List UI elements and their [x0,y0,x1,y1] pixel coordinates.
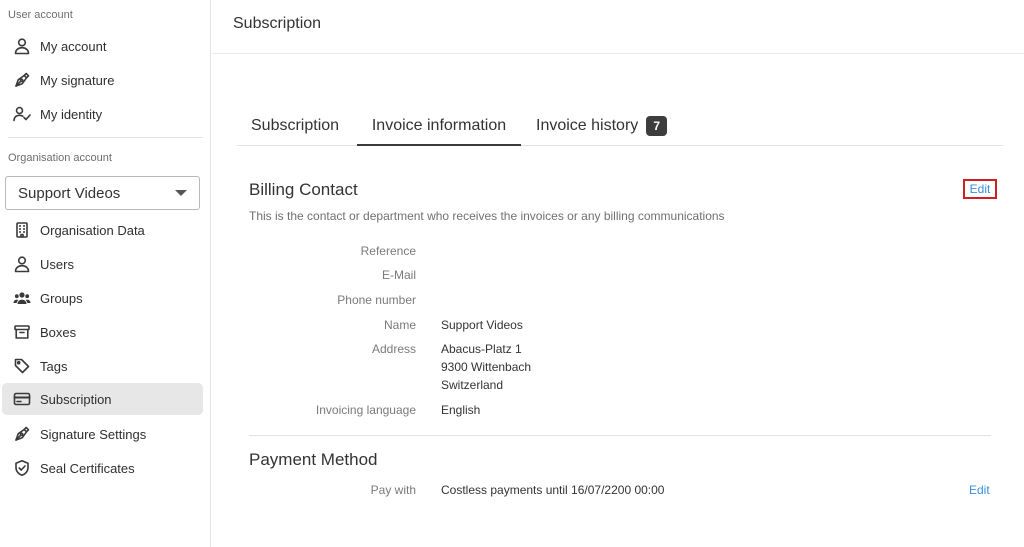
tab-invoice-history[interactable]: Invoice history 7 [536,106,668,146]
phone-number-label: Phone number [337,293,416,307]
user-icon [13,255,31,273]
sidebar-item-label: Signature Settings [40,426,147,442]
shield-check-icon [13,459,31,477]
edit-highlight-box: Edit [963,179,997,199]
section-divider [249,435,991,436]
sidebar-item-label: Tags [40,358,68,374]
organisation-select-value: Support Videos [18,184,121,202]
building-icon [13,221,31,239]
tab-invoice-information[interactable]: Invoice information [357,106,521,146]
chevron-down-icon [175,190,187,196]
billing-contact-description: This is the contact or department who re… [249,209,725,223]
billing-edit-link[interactable]: Edit [970,182,991,196]
tab-label: Subscription [251,117,340,134]
organisation-select[interactable]: Support Videos [5,176,200,210]
sidebar: User account My account My signature My … [0,0,211,547]
pen-nib-icon [13,71,31,89]
organisation-account-section-label: Organisation account [8,152,112,164]
name-label: Name [383,318,416,332]
sidebar-item-label: Users [40,256,74,272]
address-line-2: 9300 Wittenbach [441,360,532,374]
sidebar-item-label: Subscription [40,391,112,407]
page-title: Subscription [233,15,322,32]
sidebar-item-my-identity[interactable]: My identity [2,98,203,130]
page-header: Subscription [212,0,1024,54]
tab-label: Invoice information [371,117,507,134]
users-group-icon [13,289,31,307]
sidebar-item-my-account[interactable]: My account [2,30,203,62]
address-label: Address [371,342,416,356]
archive-box-icon [13,323,31,341]
sidebar-item-signature-settings[interactable]: Signature Settings [2,418,203,450]
sidebar-item-subscription[interactable]: Subscription [2,383,203,415]
tab-bar: Subscription Invoice information Invoice… [237,106,1003,146]
user-account-section-label: User account [8,9,73,21]
email-label: E-Mail [381,268,416,282]
main-content: Subscription Subscription Invoice inform… [212,0,1024,547]
address-line-3: Switzerland [441,378,504,392]
sidebar-item-label: Boxes [40,324,77,340]
user-check-icon [13,105,31,123]
sidebar-item-label: Seal Certificates [40,460,135,476]
tab-subscription[interactable]: Subscription [237,106,353,146]
sidebar-item-label: My signature [40,72,115,88]
pen-nib-icon [13,425,31,443]
credit-card-icon [13,390,31,408]
address-line-1: Abacus-Platz 1 [441,342,522,356]
pay-with-label: Pay with [370,483,416,497]
invoicing-language-label: Invoicing language [315,403,416,417]
pay-with-value: Costless payments until 16/07/2200 00:00 [441,483,665,497]
invoicing-language-value: English [441,403,481,417]
user-icon [13,37,31,55]
sidebar-item-label: Groups [40,290,83,306]
tab-label: Invoice history [536,117,639,134]
billing-contact-title: Billing Contact [249,180,358,199]
sidebar-item-groups[interactable]: Groups [2,282,203,314]
payment-edit-link[interactable]: Edit [969,483,990,497]
tag-icon [13,357,31,375]
sidebar-item-label: My account [40,38,107,54]
sidebar-divider [8,137,203,138]
sidebar-item-users[interactable]: Users [2,248,203,280]
reference-label: Reference [360,244,416,258]
sidebar-item-tags[interactable]: Tags [2,350,203,382]
payment-method-title: Payment Method [249,450,378,469]
sidebar-item-label: Organisation Data [40,222,145,238]
sidebar-item-boxes[interactable]: Boxes [2,316,203,348]
invoice-count-badge: 7 [646,116,668,136]
sidebar-item-seal-certificates[interactable]: Seal Certificates [2,452,203,484]
sidebar-item-organisation-data[interactable]: Organisation Data [2,214,203,246]
sidebar-item-my-signature[interactable]: My signature [2,64,203,96]
sidebar-item-label: My identity [40,106,103,122]
name-value: Support Videos [441,318,523,332]
